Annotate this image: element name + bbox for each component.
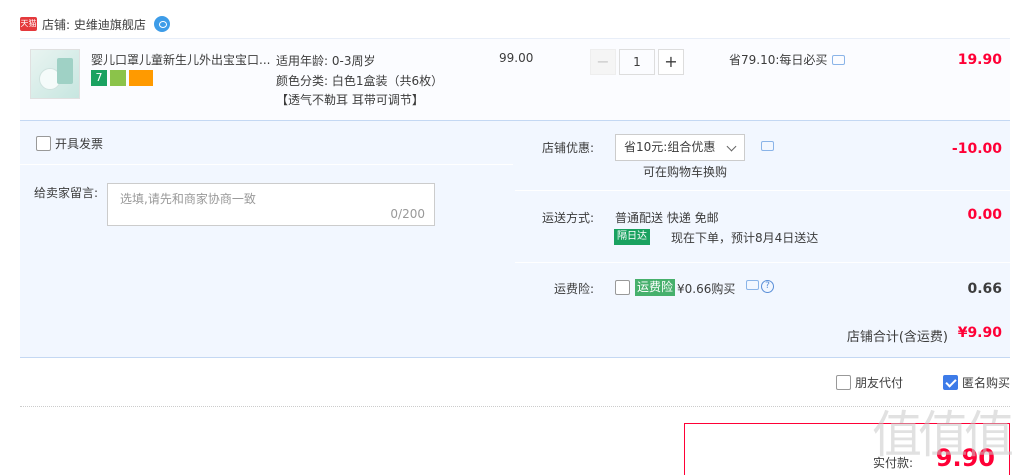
unit-price: 99.00 xyxy=(499,51,534,65)
saving-info: 省79.10:每日必买 xyxy=(729,51,846,68)
product-tags: 【透气不勒耳 耳带可调节】 xyxy=(276,93,424,107)
shipping-method: 普通配送 快递 免邮 xyxy=(615,211,719,225)
card-icon[interactable] xyxy=(129,70,153,86)
product-specs: 适用年龄: 0-3周岁 颜色分类: 白色1盒装（共6枚） xyxy=(276,51,443,91)
help-icon[interactable]: ? xyxy=(761,280,774,293)
store-header: 天猫 店铺: 史维迪旗舰店 xyxy=(20,14,170,34)
next-day-badge: 隔日达 xyxy=(614,229,650,245)
shipping-eta: 现在下单，预计8月4日送达 xyxy=(671,231,819,245)
right-options: 店铺优惠: 省10元:组合优惠 可在购物车换购 -10.00 运送方式: 0.0… xyxy=(515,121,1010,307)
watermark: 值值值 xyxy=(872,406,1014,464)
product-thumbnail[interactable] xyxy=(30,49,80,99)
left-options: 开具发票 给卖家留言: 选填,请先和商家协商一致 0/200 xyxy=(20,121,513,307)
shield-icon[interactable] xyxy=(110,70,126,86)
divider xyxy=(20,406,1010,407)
comment-icon[interactable] xyxy=(761,141,774,151)
anonymous-label: 匿名购买 xyxy=(961,376,1010,390)
order-options-panel: 开具发票 给卖家留言: 选填,请先和商家协商一致 0/200 店铺优惠: 省10… xyxy=(20,120,1010,306)
insurance-label: 运费险: xyxy=(553,282,594,296)
insurance-price: ¥0.66购买 xyxy=(677,282,736,296)
decrease-quantity-button[interactable]: − xyxy=(590,49,616,75)
insurance-amount: 0.66 xyxy=(967,281,1002,297)
shipping-label: 运送方式: xyxy=(541,211,594,225)
store-total-value: ¥9.90 xyxy=(957,325,1002,341)
seven-day-return-icon[interactable]: 7 xyxy=(91,70,107,86)
coupon-label: 店铺优惠: xyxy=(541,141,594,155)
item-subtotal: 19.90 xyxy=(957,52,1002,68)
product-title-link[interactable]: 婴儿口罩儿童新生儿外出宝宝口... xyxy=(91,51,276,68)
comment-icon[interactable] xyxy=(832,54,846,65)
seller-message-input[interactable]: 选填,请先和商家协商一致 0/200 xyxy=(107,183,435,226)
friend-pay-checkbox[interactable] xyxy=(835,375,851,390)
chat-icon[interactable] xyxy=(153,16,170,32)
coupon-row: 店铺优惠: 省10元:组合优惠 可在购物车换购 -10.00 xyxy=(515,121,1010,191)
quantity-stepper: − 1 + xyxy=(590,49,684,75)
friend-pay-label: 朋友代付 xyxy=(854,376,903,390)
insurance-badge: 运费险 xyxy=(635,279,676,296)
spec-age: 适用年龄: 0-3周岁 xyxy=(276,54,376,68)
message-placeholder: 选填,请先和商家协商一致 xyxy=(120,192,256,206)
footer-options: 朋友代付 匿名购买 xyxy=(835,374,1010,391)
anonymous-toggle[interactable]: 匿名购买 xyxy=(942,374,1010,391)
shipping-amount: 0.00 xyxy=(967,207,1002,223)
coupon-amount: -10.00 xyxy=(951,141,1002,157)
invoice-label: 开具发票 xyxy=(55,137,104,151)
insurance-help: ? xyxy=(746,280,774,293)
coupon-note: 可在购物车换购 xyxy=(643,165,728,179)
increase-quantity-button[interactable]: + xyxy=(658,49,684,75)
message-char-count: 0/200 xyxy=(390,207,425,221)
comment-icon[interactable] xyxy=(746,280,759,290)
invoice-checkbox[interactable] xyxy=(36,136,51,151)
store-total-label: 店铺合计(含运费) xyxy=(846,330,948,345)
tmall-logo-icon: 天猫 xyxy=(20,17,37,31)
friend-pay-toggle[interactable]: 朋友代付 xyxy=(835,374,903,391)
coupon-selected-value: 省10元:组合优惠 xyxy=(624,140,716,154)
message-label: 给卖家留言: xyxy=(34,186,99,200)
store-name-link[interactable]: 店铺: 史维迪旗舰店 xyxy=(42,16,146,33)
chevron-down-icon xyxy=(726,141,737,152)
invoice-toggle[interactable]: 开具发票 xyxy=(36,135,103,152)
saving-text: 省79.10:每日必买 xyxy=(729,53,828,67)
store-total-row: 店铺合计(含运费) ¥9.90 xyxy=(20,306,1010,358)
shipping-row: 运送方式: 0.00 xyxy=(515,191,1010,263)
invoice-section: 开具发票 xyxy=(20,121,513,165)
cart-item-row: 婴儿口罩儿童新生儿外出宝宝口... 7 适用年龄: 0-3周岁 颜色分类: 白色… xyxy=(20,38,1010,120)
insurance-checkbox[interactable] xyxy=(615,280,630,295)
coupon-select[interactable]: 省10元:组合优惠 xyxy=(615,134,745,161)
quantity-input[interactable]: 1 xyxy=(619,49,655,75)
anonymous-checkbox[interactable] xyxy=(942,375,958,390)
service-badges: 7 xyxy=(91,70,153,86)
spec-color: 颜色分类: 白色1盒装（共6枚） xyxy=(276,74,444,88)
